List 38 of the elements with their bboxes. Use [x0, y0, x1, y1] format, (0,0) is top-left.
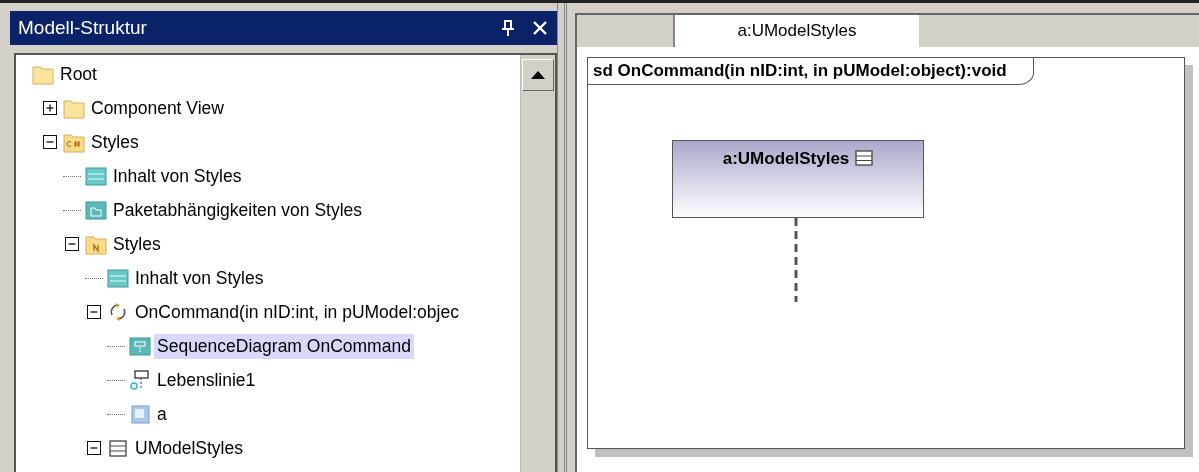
folder-icon: [63, 97, 85, 119]
frame-label: sd OnCommand(in nID:int, in pUModel:object):void: [588, 58, 1034, 85]
collapse-icon[interactable]: [87, 305, 101, 319]
editor-tab[interactable]: a:UModelStyles: [675, 15, 920, 47]
tree-item[interactable]: SequenceDiagram OnCommand: [154, 333, 414, 359]
tree-item[interactable]: UModelStyles: [132, 435, 246, 461]
contentdiagram-icon: [107, 267, 129, 289]
lifeline-head[interactable]: a:UModelStyles: [672, 140, 924, 218]
lifeline-label: a:UModelStyles: [722, 149, 850, 169]
contentdiagram-icon: [85, 165, 107, 187]
cspackage-icon: [63, 131, 85, 153]
tree-item[interactable]: Component View: [88, 95, 227, 121]
tree-item[interactable]: Root: [57, 61, 100, 87]
tree-item[interactable]: a: [154, 401, 170, 427]
pin-icon[interactable]: [499, 19, 517, 37]
collapse-icon[interactable]: [43, 135, 57, 149]
tree-item[interactable]: Lebenslinie1: [154, 367, 259, 393]
expand-icon[interactable]: [43, 101, 57, 115]
scrollbar[interactable]: [520, 55, 555, 472]
collapse-icon[interactable]: [65, 237, 79, 251]
class-icon: [107, 437, 129, 459]
panel-title: Modell-Struktur: [18, 17, 148, 39]
tree-item[interactable]: Paketabhängigkeiten von Styles: [110, 197, 366, 223]
scroll-up-icon[interactable]: [531, 71, 545, 79]
close-icon[interactable]: [531, 19, 549, 37]
tree-item[interactable]: Styles: [110, 231, 164, 257]
instance-icon: [129, 403, 151, 425]
collapse-icon[interactable]: [87, 441, 101, 455]
namespace-icon: [85, 233, 107, 255]
sequencediagram-icon: [129, 335, 151, 357]
tree-item[interactable]: OnCommand(in nID:int, in pUModel:objec: [132, 299, 462, 325]
packagediagram-icon: [85, 199, 107, 221]
class-icon: [855, 149, 874, 167]
tree-item[interactable]: Styles: [88, 129, 142, 155]
tree-item[interactable]: Inhalt von Styles: [132, 265, 267, 291]
tree-item[interactable]: Inhalt von Styles: [110, 163, 245, 189]
folder-icon: [32, 63, 54, 85]
lifeline-icon: [129, 369, 151, 391]
